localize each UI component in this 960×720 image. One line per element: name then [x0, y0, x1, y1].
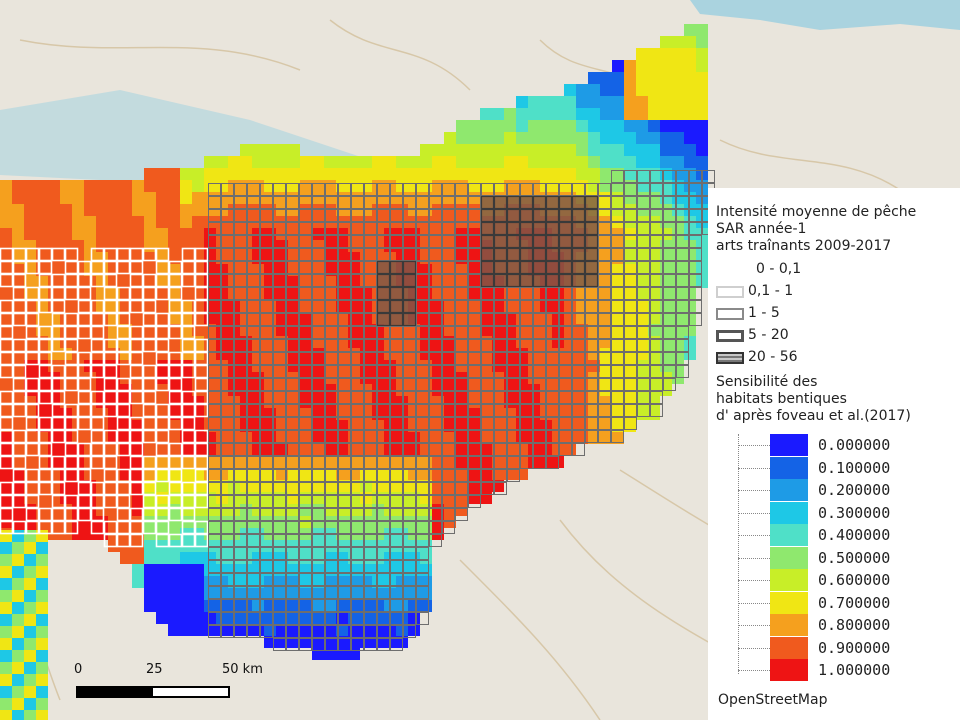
ramp-tick: [738, 602, 770, 604]
ramp-swatch: [770, 479, 808, 501]
ramp-tick: [738, 512, 770, 514]
legend-swatch-class-1: [716, 264, 744, 276]
legend-swatch-class-4: [716, 330, 744, 342]
scale-label-50: 50 km: [222, 662, 263, 677]
ramp-label: 1.000000: [818, 661, 891, 679]
ramp-swatch: [770, 456, 808, 479]
ramp-tick: [738, 557, 770, 559]
ramp-swatch: [770, 546, 808, 569]
legend-label-class-1: 0 - 0,1: [756, 261, 802, 277]
sensitivity-title-line-3: d' après foveau et al.(2017): [716, 408, 911, 424]
ramp-label: 0.600000: [818, 571, 891, 589]
legend-swatch-class-2: [716, 286, 744, 298]
scale-label-25: 25: [146, 662, 163, 677]
ramp-label: 0.900000: [818, 638, 891, 657]
ramp-tick: [738, 580, 770, 581]
ramp-swatch: [770, 636, 808, 659]
ramp-axis: [738, 434, 739, 674]
ramp-tick: [738, 535, 770, 536]
legend-label-class-4: 5 - 20: [748, 327, 789, 343]
legend-title-line-1: Intensité moyenne de pêche: [716, 204, 917, 220]
ramp-tick: [738, 625, 770, 626]
ramp-label: 0.100000: [818, 458, 891, 477]
ramp-swatch: [770, 569, 808, 591]
legend-label-class-3: 1 - 5: [748, 305, 780, 321]
legend-title-line-2: SAR année-1: [716, 221, 807, 237]
legend-swatch-class-5: [716, 352, 744, 364]
attribution-text: OpenStreetMap: [718, 692, 828, 708]
legend-title-line-3: arts traînants 2009-2017: [716, 238, 892, 254]
ramp-swatch: [770, 614, 808, 636]
ramp-label: 0.000000: [818, 436, 891, 454]
ramp-tick: [738, 490, 770, 491]
ramp-swatch: [770, 659, 808, 681]
legend-swatch-class-3: [716, 308, 744, 320]
ramp-swatch: [770, 524, 808, 546]
ramp-label: 0.800000: [818, 616, 891, 634]
scale-label-0: 0: [74, 662, 83, 677]
ramp-label: 0.500000: [818, 548, 891, 567]
sensitivity-title-line-2: habitats bentiques: [716, 391, 847, 407]
legend-label-class-5: 20 - 56: [748, 349, 798, 365]
ramp-label: 0.700000: [818, 593, 891, 612]
ramp-label: 0.400000: [818, 526, 891, 544]
ramp-tick: [738, 670, 770, 671]
ramp-tick: [738, 445, 770, 446]
scale-bar: 0 25 50 km: [60, 662, 280, 702]
sensitivity-title-line-1: Sensibilité des: [716, 374, 818, 390]
map-view[interactable]: 0 25 50 km Intensité moyenne de pêche SA…: [0, 0, 960, 720]
ramp-swatch: [770, 501, 808, 524]
ramp-tick: [738, 467, 770, 469]
ramp-swatch: [770, 434, 808, 456]
ramp-label: 0.200000: [818, 481, 891, 499]
ramp-tick: [738, 647, 770, 649]
ramp-label: 0.300000: [818, 503, 891, 522]
legend-label-class-2: 0,1 - 1: [748, 283, 794, 299]
scale-bar-graphic: [76, 686, 230, 698]
map-legend: Intensité moyenne de pêche SAR année-1 a…: [708, 188, 960, 720]
ramp-swatch: [770, 591, 808, 614]
